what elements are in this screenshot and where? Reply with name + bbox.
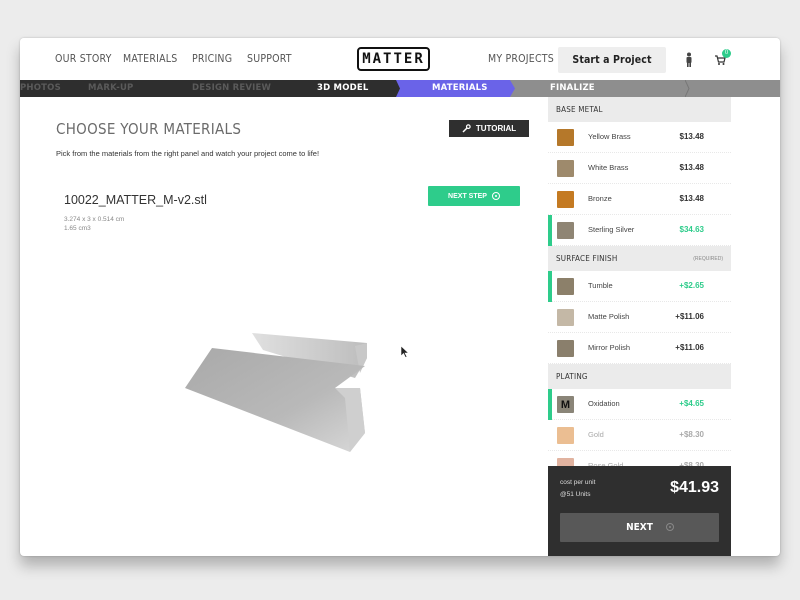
- plating-gold[interactable]: Gold +$8.30: [548, 420, 731, 451]
- step-chevron: [510, 80, 515, 97]
- required-note: (Required): [693, 255, 723, 262]
- section-title: Plating: [556, 372, 588, 381]
- swatch-tumble: [557, 278, 574, 295]
- progress-steps: Photos Mark-Up Design Review 3D Model Ma…: [20, 80, 780, 97]
- user-icon[interactable]: [684, 52, 694, 68]
- material-name: Sterling Silver: [588, 225, 635, 234]
- finish-tumble[interactable]: Tumble +$2.65: [548, 271, 731, 302]
- material-sterling-silver[interactable]: Sterling Silver $34.63: [548, 215, 731, 246]
- swatch-gold: [557, 427, 574, 444]
- next-step-label: Next Step: [448, 192, 487, 200]
- cost-per-unit-label: cost per unit: [560, 479, 596, 486]
- selected-indicator: [548, 271, 552, 302]
- material-name: Mirror Polish: [588, 343, 631, 352]
- material-price: +$8.30: [679, 430, 704, 439]
- finish-matte-polish[interactable]: Matte Polish +$11.06: [548, 302, 731, 333]
- material-price: +$11.06: [675, 343, 704, 352]
- next-step-button[interactable]: Next Step: [428, 186, 520, 206]
- tutorial-button[interactable]: Tutorial: [449, 120, 529, 137]
- material-name: Bronze: [588, 194, 612, 203]
- 3d-model-viewer[interactable]: [175, 328, 375, 453]
- page-subtitle: Pick from the materials from the right p…: [56, 149, 320, 158]
- file-meta: 3.274 x 3 x 0.514 cm 1.65 cm3: [64, 215, 124, 233]
- swatch-white-brass: [557, 160, 574, 177]
- material-price: $13.48: [679, 163, 704, 172]
- swatch-sterling-silver: [557, 222, 574, 239]
- material-yellow-brass[interactable]: Yellow Brass $13.48: [548, 122, 731, 153]
- swatch-bronze: [557, 191, 574, 208]
- arrow-circle-icon: [666, 523, 674, 531]
- step-materials[interactable]: Materials: [432, 80, 488, 97]
- model-front-bar: [185, 348, 365, 452]
- start-project-button[interactable]: Start a Project: [558, 47, 666, 73]
- step-chevron: [685, 80, 690, 97]
- material-name: Oxidation: [588, 399, 620, 408]
- top-nav: Our Story Materials Pricing Support MATT…: [20, 38, 780, 80]
- step-design-review[interactable]: Design Review: [192, 80, 271, 97]
- material-name: White Brass: [588, 163, 629, 172]
- mouse-cursor-icon: [401, 346, 410, 358]
- material-name: Tumble: [588, 281, 613, 290]
- selected-indicator: [548, 215, 552, 246]
- cost-summary: cost per unit @51 Units $41.93 Next: [548, 466, 731, 556]
- plating-oxidation[interactable]: M Oxidation +$4.65: [548, 389, 731, 420]
- file-name: 10022_MATTER_M-v2.stl: [64, 193, 207, 207]
- next-button[interactable]: Next: [560, 513, 719, 542]
- section-plating: Plating: [548, 364, 731, 389]
- app-window: Our Story Materials Pricing Support MATT…: [20, 38, 780, 556]
- cart-count-badge: 0: [722, 49, 731, 58]
- nav-my-projects[interactable]: My Projects: [488, 53, 554, 65]
- material-price: +$4.65: [679, 399, 704, 408]
- wrench-icon: [462, 124, 471, 133]
- step-mark-up[interactable]: Mark-Up: [88, 80, 134, 97]
- matter-logo[interactable]: MATTER: [357, 47, 430, 71]
- section-base-metal: Base Metal: [548, 97, 731, 122]
- nav-support[interactable]: Support: [247, 53, 292, 65]
- section-title: Base Metal: [556, 105, 603, 114]
- step-3d-model[interactable]: 3D Model: [317, 80, 369, 97]
- material-white-brass[interactable]: White Brass $13.48: [548, 153, 731, 184]
- material-name: Matte Polish: [588, 312, 630, 321]
- material-name: Yellow Brass: [588, 132, 631, 141]
- nav-materials[interactable]: Materials: [123, 53, 177, 65]
- cost-units: @51 Units: [560, 491, 591, 498]
- material-price: $13.48: [679, 132, 704, 141]
- material-price: $34.63: [679, 225, 704, 234]
- next-label: Next: [626, 522, 653, 533]
- swatch-yellow-brass: [557, 129, 574, 146]
- finish-mirror-polish[interactable]: Mirror Polish +$11.06: [548, 333, 731, 364]
- selected-indicator: [548, 389, 552, 420]
- nav-pricing[interactable]: Pricing: [192, 53, 232, 65]
- file-dimensions: 3.274 x 3 x 0.514 cm: [64, 216, 125, 223]
- step-chevron: [396, 80, 400, 97]
- page-title: Choose Your Materials: [56, 120, 242, 138]
- step-photos[interactable]: Photos: [20, 80, 61, 97]
- material-price: $13.48: [679, 194, 704, 203]
- nav-our-story[interactable]: Our Story: [55, 53, 112, 65]
- swatch-mirror-polish: [557, 340, 574, 357]
- material-name: Gold: [588, 430, 604, 439]
- tutorial-label: Tutorial: [475, 124, 517, 133]
- section-surface-finish: Surface Finish (Required): [548, 246, 731, 271]
- material-price: +$2.65: [679, 281, 704, 290]
- material-price: +$11.06: [675, 312, 704, 321]
- file-volume: 1.65 cm3: [64, 225, 91, 232]
- swatch-matte-polish: [557, 309, 574, 326]
- arrow-circle-icon: [491, 192, 500, 200]
- material-bronze[interactable]: Bronze $13.48: [548, 184, 731, 215]
- step-finalize[interactable]: Finalize: [550, 80, 595, 97]
- swatch-oxidation: M: [557, 396, 574, 413]
- section-title: Surface Finish: [556, 254, 618, 263]
- cost-value: $41.93: [670, 479, 719, 496]
